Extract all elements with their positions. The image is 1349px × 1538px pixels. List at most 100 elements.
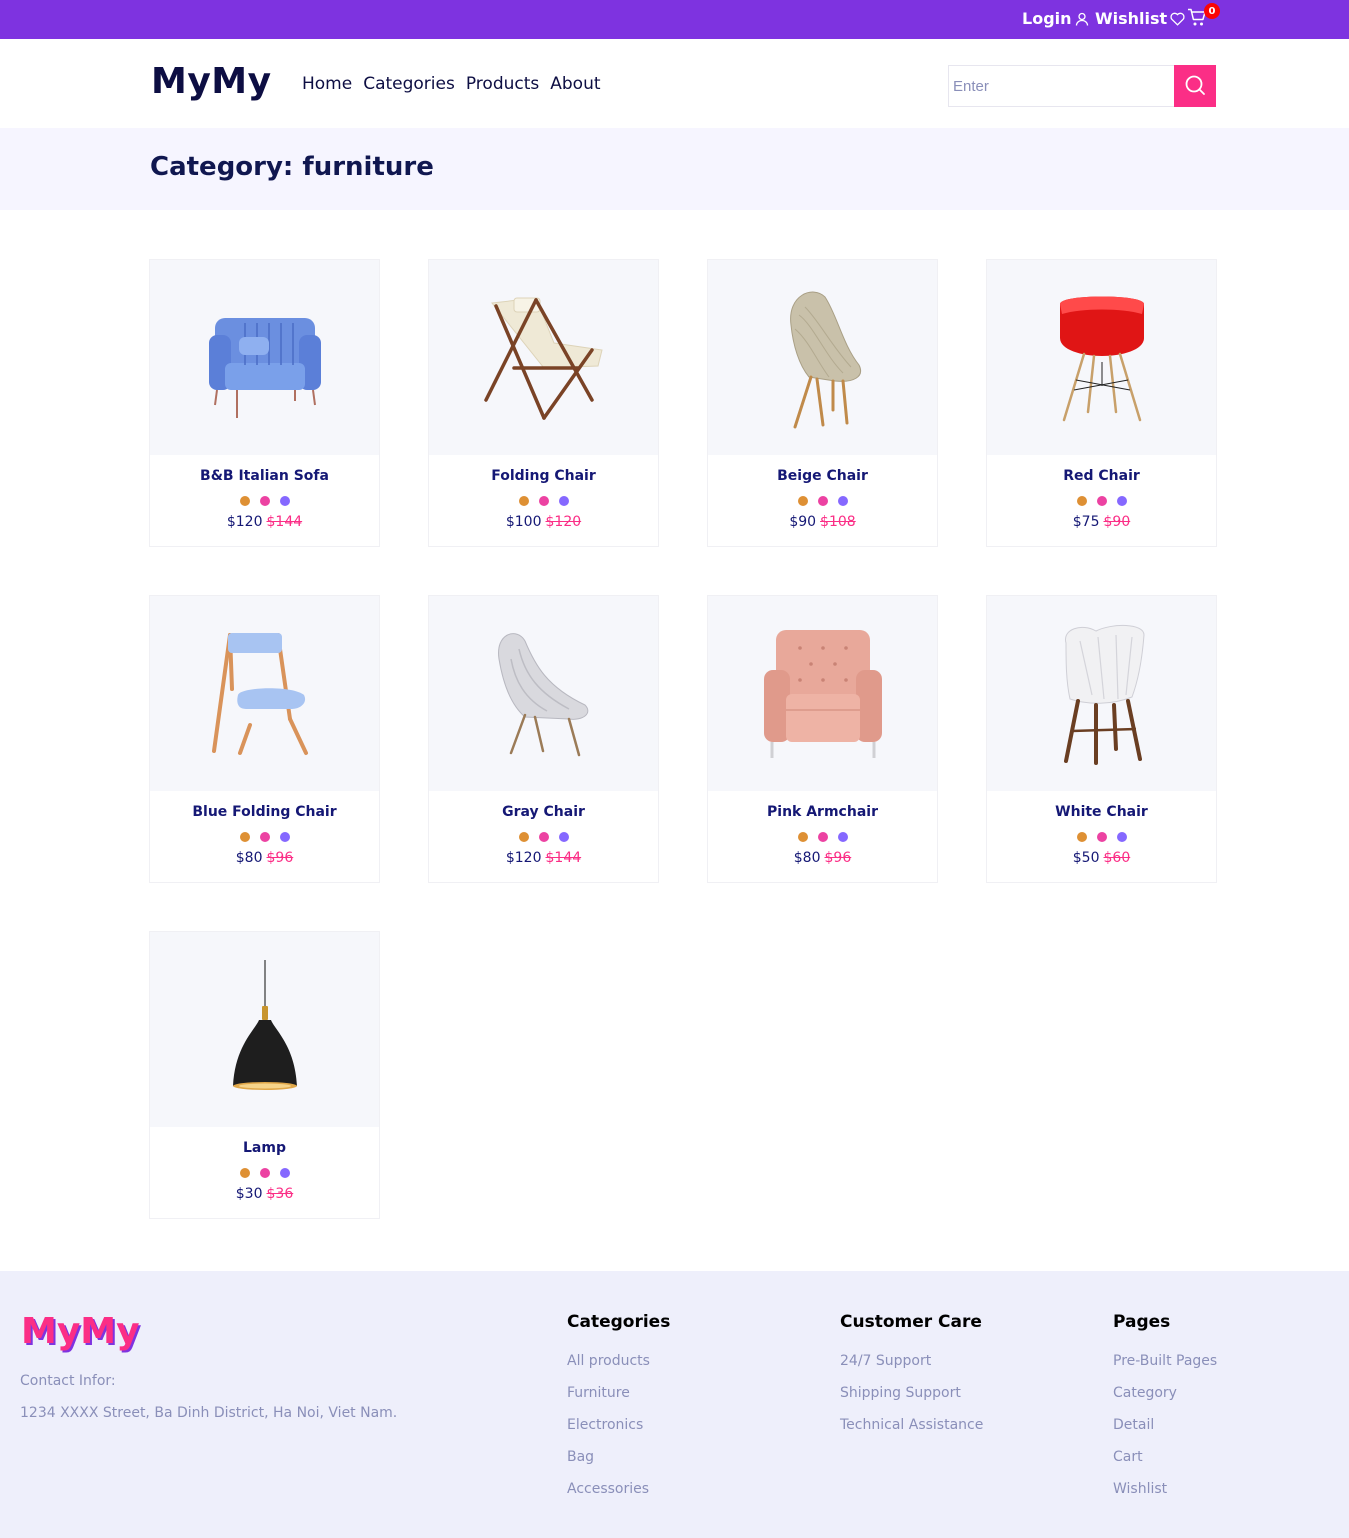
product-price: $75: [1072, 514, 1100, 530]
footer-link-electronics[interactable]: Electronics: [567, 1417, 670, 1449]
footer-column-title: Pages: [1113, 1312, 1171, 1332]
red-chair-icon: [1059, 296, 1144, 422]
product-card[interactable]: Lamp $30 $36: [149, 931, 380, 1219]
price-row: $120 $144: [429, 850, 658, 866]
product-card[interactable]: B&B Italian Sofa $120 $144: [149, 259, 380, 547]
price-row: $120 $144: [150, 514, 379, 530]
nav-products[interactable]: Products: [466, 74, 539, 94]
search-input[interactable]: [948, 65, 1174, 107]
product-old-price: $96: [824, 850, 852, 866]
price-row: $80 $96: [150, 850, 379, 866]
nav-home[interactable]: Home: [302, 74, 352, 94]
footer-link-detail[interactable]: Detail: [1113, 1417, 1217, 1449]
product-old-price: $90: [1103, 514, 1131, 530]
product-card[interactable]: Red Chair $75 $90: [986, 259, 1217, 547]
product-name[interactable]: B&B Italian Sofa: [150, 468, 379, 484]
color-dot[interactable]: [1116, 496, 1127, 506]
color-dot[interactable]: [518, 496, 529, 506]
color-dot[interactable]: [1076, 832, 1087, 842]
color-dot[interactable]: [837, 832, 848, 842]
gray-chair-icon: [497, 632, 588, 756]
product-price: $30: [235, 1186, 263, 1202]
color-dot[interactable]: [558, 496, 569, 506]
product-name[interactable]: Gray Chair: [429, 804, 658, 820]
footer-logo[interactable]: MyMy: [21, 1311, 140, 1352]
color-dot[interactable]: [817, 832, 828, 842]
logo[interactable]: MyMy: [151, 61, 272, 102]
product-old-price: $60: [1103, 850, 1131, 866]
footer-link-all-products[interactable]: All products: [567, 1353, 670, 1385]
footer-link-furniture[interactable]: Furniture: [567, 1385, 670, 1417]
color-dot[interactable]: [1076, 496, 1087, 506]
color-dot[interactable]: [518, 832, 529, 842]
nav-categories[interactable]: Categories: [363, 74, 455, 94]
product-card[interactable]: Folding Chair $100 $120: [428, 259, 659, 547]
color-options: [429, 496, 658, 506]
color-dot[interactable]: [239, 496, 250, 506]
product-image: [150, 596, 379, 791]
product-name[interactable]: Red Chair: [987, 468, 1216, 484]
category-banner: Category: furniture: [0, 128, 1349, 210]
color-dot[interactable]: [259, 832, 270, 842]
color-dot[interactable]: [279, 496, 290, 506]
product-image: [150, 932, 379, 1127]
cart-count-badge: 0: [1204, 3, 1220, 19]
product-price: $120: [226, 514, 263, 530]
product-name[interactable]: Blue Folding Chair: [150, 804, 379, 820]
footer-link-technical-assistance[interactable]: Technical Assistance: [840, 1417, 983, 1449]
footer-link-bag[interactable]: Bag: [567, 1449, 670, 1481]
product-price: $80: [793, 850, 821, 866]
nav-about[interactable]: About: [550, 74, 600, 94]
product-card[interactable]: Gray Chair $120 $144: [428, 595, 659, 883]
product-image: [987, 596, 1216, 791]
product-name[interactable]: Beige Chair: [708, 468, 937, 484]
header: MyMy Home Categories Products About: [0, 39, 1349, 128]
footer-link-shipping-support[interactable]: Shipping Support: [840, 1385, 983, 1417]
footer-link-cart[interactable]: Cart: [1113, 1449, 1217, 1481]
color-dot[interactable]: [1116, 832, 1127, 842]
color-dot[interactable]: [797, 496, 808, 506]
product-card[interactable]: White Chair $50 $60: [986, 595, 1217, 883]
price-row: $100 $120: [429, 514, 658, 530]
product-name[interactable]: Pink Armchair: [708, 804, 937, 820]
color-dot[interactable]: [239, 1168, 250, 1178]
footer-column-title: Categories: [567, 1312, 671, 1332]
product-image: [429, 260, 658, 455]
color-dot[interactable]: [259, 1168, 270, 1178]
footer-link-support[interactable]: 24/7 Support: [840, 1353, 983, 1385]
color-dot[interactable]: [279, 1168, 290, 1178]
color-dot[interactable]: [1096, 832, 1107, 842]
main-nav: Home Categories Products About: [302, 74, 601, 94]
color-dot[interactable]: [239, 832, 250, 842]
price-row: $50 $60: [987, 850, 1216, 866]
color-dot[interactable]: [259, 496, 270, 506]
footer: MyMy Contact Infor: 1234 XXXX Street, Ba…: [0, 1271, 1349, 1538]
search-button[interactable]: [1174, 65, 1216, 107]
footer-link-pre-built-pages[interactable]: Pre-Built Pages: [1113, 1353, 1217, 1385]
color-options: [708, 496, 937, 506]
product-name[interactable]: Lamp: [150, 1140, 379, 1156]
footer-link-category[interactable]: Category: [1113, 1385, 1217, 1417]
product-old-price: $96: [266, 850, 294, 866]
wishlist-label: Wishlist: [1095, 9, 1168, 28]
product-card[interactable]: Pink Armchair $80 $96: [707, 595, 938, 883]
footer-link-wishlist[interactable]: Wishlist: [1113, 1481, 1217, 1513]
color-dot[interactable]: [1096, 496, 1107, 506]
footer-link-accessories[interactable]: Accessories: [567, 1481, 670, 1513]
product-name[interactable]: Folding Chair: [429, 468, 658, 484]
color-options: [429, 832, 658, 842]
product-image: [987, 260, 1216, 455]
product-card[interactable]: Blue Folding Chair $80 $96: [149, 595, 380, 883]
color-dot[interactable]: [797, 832, 808, 842]
color-dot[interactable]: [538, 496, 549, 506]
product-name[interactable]: White Chair: [987, 804, 1216, 820]
product-old-price: $144: [545, 850, 582, 866]
color-dot[interactable]: [558, 832, 569, 842]
color-dot[interactable]: [817, 496, 828, 506]
wishlist-link[interactable]: Wishlist: [1095, 9, 1185, 28]
color-dot[interactable]: [837, 496, 848, 506]
login-link[interactable]: Login: [1022, 9, 1089, 28]
color-dot[interactable]: [538, 832, 549, 842]
product-card[interactable]: Beige Chair $90 $108: [707, 259, 938, 547]
color-dot[interactable]: [279, 832, 290, 842]
